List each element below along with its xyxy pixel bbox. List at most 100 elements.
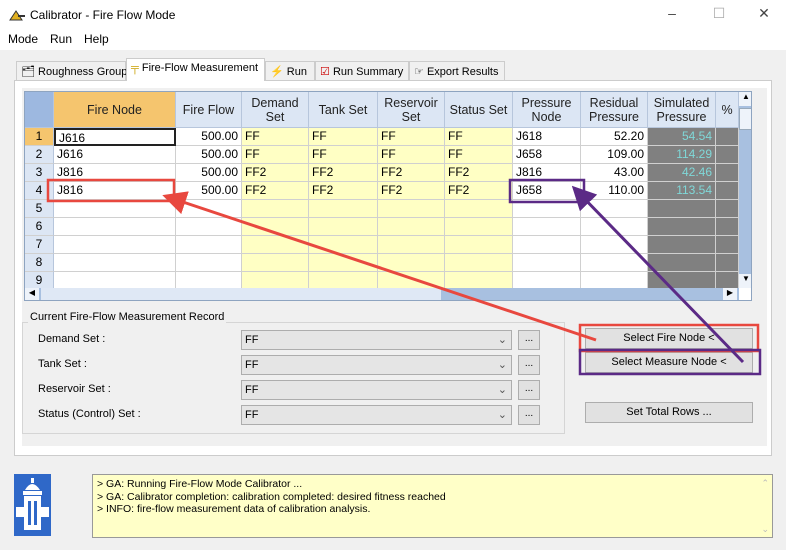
row-header[interactable]: 1: [25, 128, 54, 146]
cell-status-set[interactable]: FF: [445, 128, 513, 146]
cell-fire-node[interactable]: J816: [54, 182, 176, 200]
scroll-left-icon[interactable]: ◀: [25, 288, 39, 300]
cell-pressure-node[interactable]: [513, 218, 581, 236]
scroll-thumb[interactable]: [739, 108, 751, 130]
menu-mode[interactable]: Mode: [8, 32, 38, 46]
cell-pressure-node[interactable]: J816: [513, 164, 581, 182]
cell-demand-set[interactable]: [242, 254, 309, 272]
demand-set-browse-button[interactable]: ...: [518, 330, 540, 350]
cell-residual-pressure[interactable]: 52.20: [581, 128, 648, 146]
cell-tank-set[interactable]: FF2: [309, 164, 378, 182]
row-header[interactable]: 7: [25, 236, 54, 254]
cell-pressure-node[interactable]: J618: [513, 128, 581, 146]
cell-demand-set[interactable]: FF: [242, 146, 309, 164]
tank-set-browse-button[interactable]: ...: [518, 355, 540, 375]
cell-pressure-node[interactable]: J658: [513, 146, 581, 164]
cell-reservoir-set[interactable]: [378, 254, 445, 272]
cell-demand-set[interactable]: [242, 236, 309, 254]
vertical-scrollbar[interactable]: ▲ ▼: [739, 92, 751, 288]
tank-set-combo[interactable]: FF ⌄: [241, 355, 512, 375]
cell-reservoir-set[interactable]: FF2: [378, 164, 445, 182]
cell-status-set[interactable]: [445, 200, 513, 218]
set-total-rows-button[interactable]: Set Total Rows ...: [585, 402, 753, 423]
cell-residual-pressure[interactable]: 43.00: [581, 164, 648, 182]
status-set-browse-button[interactable]: ...: [518, 405, 540, 425]
reservoir-set-combo[interactable]: FF ⌄: [241, 380, 512, 400]
cell-demand-set[interactable]: [242, 218, 309, 236]
select-measure-node-button[interactable]: Select Measure Node <: [585, 352, 753, 373]
cell-fire-flow[interactable]: 500.00: [176, 146, 242, 164]
cell-status-set[interactable]: [445, 236, 513, 254]
cell-reservoir-set[interactable]: FF: [378, 146, 445, 164]
tab-roughness-group[interactable]: 🗂 Roughness Group: [16, 61, 127, 80]
column-header-reservoir-set[interactable]: Reservoir Set: [378, 92, 445, 128]
column-header-residual-pressure[interactable]: Residual Pressure: [581, 92, 648, 128]
cell-status-set[interactable]: [445, 218, 513, 236]
cell-fire-node[interactable]: [54, 254, 176, 272]
fire-flow-grid[interactable]: Fire Node Fire Flow Demand Set Tank Set Rese…: [24, 91, 752, 301]
message-log[interactable]: > GA: Running Fire-Flow Mode Calibrator …: [92, 474, 773, 538]
cell-pressure-node[interactable]: [513, 200, 581, 218]
chevron-down-icon[interactable]: ⌄: [498, 408, 507, 421]
tab-run-summary[interactable]: ☑ Run Summary: [315, 61, 409, 80]
column-header-fire-node[interactable]: Fire Node: [54, 92, 176, 128]
cell-status-set[interactable]: FF2: [445, 182, 513, 200]
cell-tank-set[interactable]: [309, 218, 378, 236]
row-header[interactable]: 8: [25, 254, 54, 272]
cell-reservoir-set[interactable]: [378, 200, 445, 218]
reservoir-set-browse-button[interactable]: ...: [518, 380, 540, 400]
scroll-right-icon[interactable]: ▶: [723, 288, 737, 300]
log-scroll-up[interactable]: ⌃: [761, 477, 769, 490]
column-header-simulated-pressure[interactable]: Simulated Pressure: [648, 92, 716, 128]
cell-status-set[interactable]: [445, 254, 513, 272]
column-header-status-set[interactable]: Status Set: [445, 92, 513, 128]
menu-run[interactable]: Run: [50, 32, 72, 46]
column-header-tank-set[interactable]: Tank Set: [309, 92, 378, 128]
cell-residual-pressure[interactable]: [581, 200, 648, 218]
cell-fire-node[interactable]: [54, 218, 176, 236]
cell-tank-set[interactable]: FF: [309, 128, 378, 146]
demand-set-combo[interactable]: FF ⌄: [241, 330, 512, 350]
cell-tank-set[interactable]: FF2: [309, 182, 378, 200]
cell-reservoir-set[interactable]: [378, 236, 445, 254]
cell-tank-set[interactable]: [309, 200, 378, 218]
cell-demand-set[interactable]: FF2: [242, 182, 309, 200]
cell-fire-flow[interactable]: 500.00: [176, 128, 242, 146]
log-scroll-down[interactable]: ⌄: [761, 523, 769, 536]
scroll-thumb-h[interactable]: [41, 288, 441, 300]
cell-reservoir-set[interactable]: FF: [378, 128, 445, 146]
chevron-down-icon[interactable]: ⌄: [498, 383, 507, 396]
cell-fire-flow[interactable]: [176, 254, 242, 272]
cell-fire-node[interactable]: [54, 200, 176, 218]
cell-fire-flow[interactable]: [176, 200, 242, 218]
row-header[interactable]: 5: [25, 200, 54, 218]
cell-reservoir-set[interactable]: FF2: [378, 182, 445, 200]
row-header[interactable]: 2: [25, 146, 54, 164]
cell-demand-set[interactable]: FF: [242, 128, 309, 146]
cell-fire-node[interactable]: J816: [54, 164, 176, 182]
cell-status-set[interactable]: FF: [445, 146, 513, 164]
status-set-combo[interactable]: FF ⌄: [241, 405, 512, 425]
column-header-percent[interactable]: %: [716, 92, 739, 128]
column-header-demand-set[interactable]: Demand Set: [242, 92, 309, 128]
cell-residual-pressure[interactable]: 109.00: [581, 146, 648, 164]
menu-help[interactable]: Help: [84, 32, 109, 46]
row-header[interactable]: 4: [25, 182, 54, 200]
cell-fire-flow[interactable]: 500.00: [176, 182, 242, 200]
cell-reservoir-set[interactable]: [378, 218, 445, 236]
row-header[interactable]: 6: [25, 218, 54, 236]
cell-pressure-node[interactable]: [513, 254, 581, 272]
tab-export-results[interactable]: ☞ Export Results: [409, 61, 505, 80]
cell-tank-set[interactable]: [309, 254, 378, 272]
row-header[interactable]: 3: [25, 164, 54, 182]
cell-fire-node[interactable]: J616: [54, 146, 176, 164]
chevron-down-icon[interactable]: ⌄: [498, 358, 507, 371]
chevron-down-icon[interactable]: ⌄: [498, 333, 507, 346]
column-header-pressure-node[interactable]: Pressure Node: [513, 92, 581, 128]
cell-fire-flow[interactable]: [176, 236, 242, 254]
cell-residual-pressure[interactable]: [581, 236, 648, 254]
cell-tank-set[interactable]: FF: [309, 146, 378, 164]
tab-run[interactable]: ⚡ Run: [265, 61, 315, 80]
minimize-button[interactable]: –: [657, 5, 687, 21]
maximize-button[interactable]: ☐: [704, 5, 734, 22]
